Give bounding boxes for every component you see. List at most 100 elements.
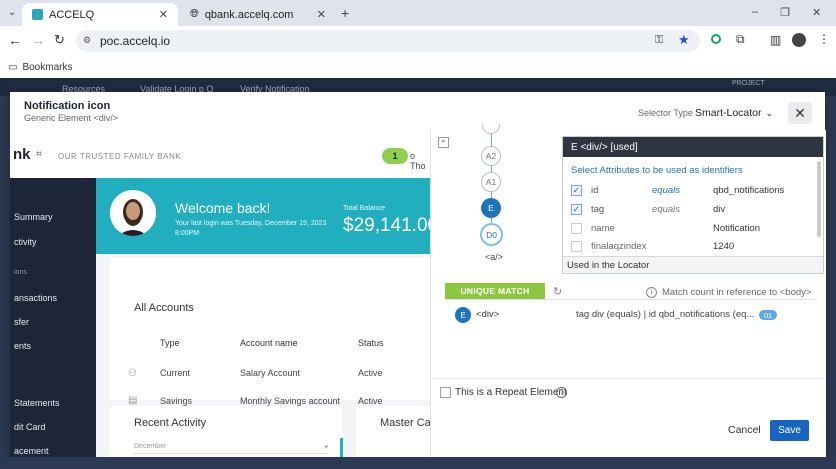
url-text: poc.accelq.io — [100, 34, 171, 48]
tab-search-icon[interactable]: ⌄ — [8, 7, 16, 18]
attribute-name: name — [591, 223, 615, 234]
sidebar-item-transactions[interactable]: ansactions — [14, 293, 57, 303]
checkbox-name[interactable] — [571, 223, 582, 234]
key-icon[interactable]: ⚿ — [655, 34, 663, 47]
capture-icon[interactable]: ⌗ — [36, 149, 42, 160]
welcome-subtitle: Your last login was Tuesday, December 19… — [175, 220, 327, 237]
tab-title: qbank.accelq.com — [204, 8, 294, 21]
tree-node-e[interactable]: E — [481, 198, 501, 218]
selector-type-dropdown[interactable]: Smart-Locator ⌄ — [695, 107, 773, 119]
attribute-value: Notification — [713, 223, 760, 234]
bookmarks-bar: ▭ Bookmarks — [0, 56, 836, 79]
attribute-value: qbd_notifications — [713, 185, 785, 196]
expand-icon[interactable]: ⌗ — [438, 137, 449, 148]
save-button[interactable]: Save — [770, 420, 809, 441]
checkbox-id[interactable]: ✓ — [571, 185, 582, 196]
recent-activity-title: Recent Activity — [134, 417, 207, 429]
sidebar-section: ions — [14, 269, 27, 276]
url-bar[interactable]: poc.accelq.io — [76, 30, 700, 52]
window-controls: – ❐ ✕ — [752, 6, 821, 19]
sidebar-item-replacement[interactable]: acement — [14, 446, 49, 456]
attributes-caption: Select Attributes to be used as identifi… — [571, 165, 743, 176]
sidebar-item-payments[interactable]: ents — [14, 341, 31, 351]
attributes-panel: E <div/> [used] Select Attributes to be … — [562, 136, 824, 274]
site-info-icon[interactable]: ⚙ — [83, 35, 91, 46]
new-tab-button[interactable]: + — [341, 5, 349, 21]
accounts-header-name: Account name — [240, 338, 298, 348]
back-icon[interactable]: ← — [8, 32, 22, 48]
repeat-element-label: This is a Repeat Element — [455, 387, 567, 398]
match-tag: <div> — [476, 309, 500, 320]
forward-icon[interactable]: → — [31, 32, 45, 48]
info-icon: i — [646, 287, 657, 298]
close-window-button[interactable]: ✕ — [812, 6, 821, 19]
notification-icon[interactable]: 1 — [382, 148, 408, 164]
attribute-row-name[interactable]: name Notification — [563, 220, 813, 238]
cancel-button[interactable]: Cancel — [728, 424, 761, 436]
bank-tagline: OUR TRUSTED FAMILY BANK — [58, 152, 182, 161]
close-button[interactable]: ✕ — [788, 102, 812, 124]
greeting-text: o Tho — [410, 151, 426, 171]
project-label: PROJECT — [732, 80, 765, 87]
accounts-header-type: Type — [160, 338, 180, 348]
tab-accelq[interactable]: ACCELQ ✕ — [22, 3, 178, 26]
bookmark-star-icon[interactable]: ★ — [678, 32, 690, 48]
bookmarks-label[interactable]: Bookmarks — [22, 62, 72, 73]
accounts-header-status: Status — [358, 338, 384, 348]
account-type: Current — [160, 368, 191, 378]
tab-qbank[interactable]: 🌐︎ qbank.accelq.com ✕ — [180, 3, 336, 26]
page-preview: nk ⌗ OUR TRUSTED FAMILY BANK 1 o Tho Sum… — [10, 130, 430, 457]
sidebar-item-transfer[interactable]: sfer — [14, 317, 29, 327]
attribute-op: equals — [652, 185, 680, 196]
chevron-down-icon: ▾ — [324, 444, 328, 451]
attribute-value: 1240 — [713, 241, 735, 252]
attribute-row-tag[interactable]: ✓ tag equals div — [563, 201, 813, 219]
attributes-header: E <div/> [used] — [563, 137, 823, 157]
attribute-row-finalaqzindex[interactable]: finalaqzindex 1240 — [563, 238, 813, 256]
tree-node-a1[interactable]: A1 — [481, 172, 501, 192]
savings-icon: ▤ — [128, 395, 138, 406]
sidebar-item-activity[interactable]: ctivity — [14, 237, 37, 247]
account-status: Active — [358, 396, 383, 406]
close-tab-icon[interactable]: ✕ — [159, 8, 168, 21]
attributes-scrollbar[interactable] — [817, 161, 821, 237]
piggy-icon: ⚇ — [128, 368, 137, 379]
checkbox-finalaqzindex[interactable] — [571, 241, 582, 252]
puzzle-icon[interactable]: ⧉ — [736, 32, 745, 47]
refresh-icon[interactable]: ↻ — [553, 285, 562, 298]
bank-title: nk — [13, 146, 31, 163]
help-icon[interactable]: ? — [556, 387, 567, 398]
modal-title: Notification icon — [24, 100, 111, 112]
sidebar-item-summary[interactable]: Summary — [14, 212, 53, 222]
tree-node-d0[interactable]: D0 — [480, 223, 503, 246]
unique-match-tab[interactable]: UNIQUE MATCH — [445, 283, 545, 299]
reload-icon[interactable]: ↻ — [54, 32, 65, 48]
profile-avatar[interactable] — [792, 33, 806, 47]
match-count-badge: 01 — [759, 310, 777, 320]
master-card-title: Master Ca — [380, 417, 430, 429]
match-count-reference: i Match count in reference to <body> — [646, 287, 811, 298]
app-footer — [0, 457, 836, 469]
account-name: Salary Account — [240, 368, 301, 378]
recent-filter-value: December — [134, 443, 167, 450]
checkbox-tag[interactable]: ✓ — [571, 204, 582, 215]
sidebar-item-statements[interactable]: Statements — [14, 398, 60, 408]
globe-icon: 🌐︎ — [190, 8, 199, 20]
tree-node-a2[interactable]: A2 — [481, 146, 501, 166]
attribute-row-id[interactable]: ✓ id equals qbd_notifications — [563, 182, 813, 200]
minimize-button[interactable]: – — [752, 6, 758, 19]
match-divider — [445, 299, 817, 300]
attribute-name: tag — [591, 204, 605, 215]
recent-filter-select[interactable]: December ▾ — [134, 443, 328, 454]
sidebar-item-credit-card[interactable]: dit Card — [14, 422, 46, 432]
folder-icon: ▭ — [8, 61, 18, 73]
repeat-element-checkbox[interactable] — [440, 387, 451, 398]
accounts-card — [110, 258, 430, 400]
sidepanel-icon[interactable]: ▥ — [770, 33, 781, 47]
close-tab-icon[interactable]: ✕ — [317, 8, 326, 21]
account-status: Active — [358, 368, 383, 378]
extension-icon[interactable] — [711, 34, 721, 44]
restore-button[interactable]: ❐ — [780, 6, 790, 19]
menu-icon[interactable]: ⋮ — [818, 32, 830, 46]
match-selector[interactable]: tag div (equals) | id qbd_notifications … — [576, 309, 754, 320]
